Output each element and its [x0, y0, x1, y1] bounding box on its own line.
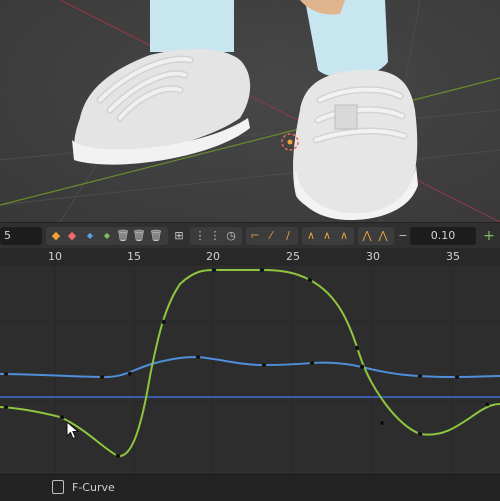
left-shoe	[72, 48, 251, 165]
ruler-label: 10	[48, 250, 62, 263]
ease-in-icon[interactable]: ∧	[304, 228, 318, 244]
keyframe-blue-icon[interactable]: ◆	[83, 228, 97, 244]
trash-all-icon[interactable]: 🗑︎	[132, 228, 146, 244]
frame-ruler[interactable]: 10 15 20 25 30 35	[0, 248, 500, 266]
ruler-label: 15	[127, 250, 141, 263]
mouse-pointer-icon	[66, 421, 80, 440]
ruler-label: 25	[286, 250, 300, 263]
blue-curve	[0, 355, 500, 379]
keyframe-orange-icon[interactable]: ◆	[49, 228, 63, 244]
viewport-scene	[0, 0, 500, 222]
bake-icon[interactable]: ⊞	[172, 228, 186, 244]
f-curve-icon[interactable]	[52, 480, 64, 494]
snap-left-icon[interactable]: ⋮	[193, 228, 207, 244]
constant-interp-icon[interactable]: ⌐	[248, 228, 262, 244]
clock-icon[interactable]: ◷	[224, 228, 238, 244]
ruler-label: 35	[446, 250, 460, 263]
linear-interp-icon[interactable]: ⁄	[264, 228, 278, 244]
3d-viewport[interactable]	[0, 0, 500, 222]
plus-icon[interactable]: +	[482, 228, 496, 244]
trash-icon[interactable]: 🗑︎	[116, 228, 130, 244]
handle-vector-icon[interactable]: ⋀	[376, 228, 390, 244]
graph-editor-toolbar: 5 ◆ ◆ ◆ ◆ 🗑︎ 🗑︎ 🗑︎ ⊞ ⋮ ⋮ ◷ ⌐ ⁄ ∕ ∧ ∧ ∧ ⋀…	[0, 222, 500, 250]
editor-label: F-Curve	[72, 481, 115, 494]
minus-icon[interactable]: −	[396, 228, 410, 244]
right-shoe	[293, 69, 418, 220]
editor-status-bar: F-Curve	[0, 474, 500, 501]
keyframe-red-icon[interactable]: ◆	[65, 228, 79, 244]
ruler-label: 20	[206, 250, 220, 263]
keyframe-green-icon[interactable]: ◆	[100, 228, 114, 244]
bezier-interp-icon[interactable]: ∕	[281, 228, 295, 244]
graph-canvas	[0, 266, 500, 474]
grid-lines	[0, 266, 500, 474]
snap-center-icon[interactable]: ⋮	[208, 228, 222, 244]
ruler-label: 30	[366, 250, 380, 263]
add-value-field[interactable]: 0.10	[410, 227, 476, 245]
trash-keys-icon[interactable]: 🗑︎	[149, 228, 163, 244]
ease-in-out-icon[interactable]: ∧	[337, 228, 351, 244]
left-leg	[150, 0, 234, 52]
frame-field[interactable]: 5	[0, 227, 42, 245]
graph-area[interactable]	[0, 266, 500, 474]
handle-auto-icon[interactable]: ⋀	[360, 228, 374, 244]
ease-out-icon[interactable]: ∧	[320, 228, 334, 244]
